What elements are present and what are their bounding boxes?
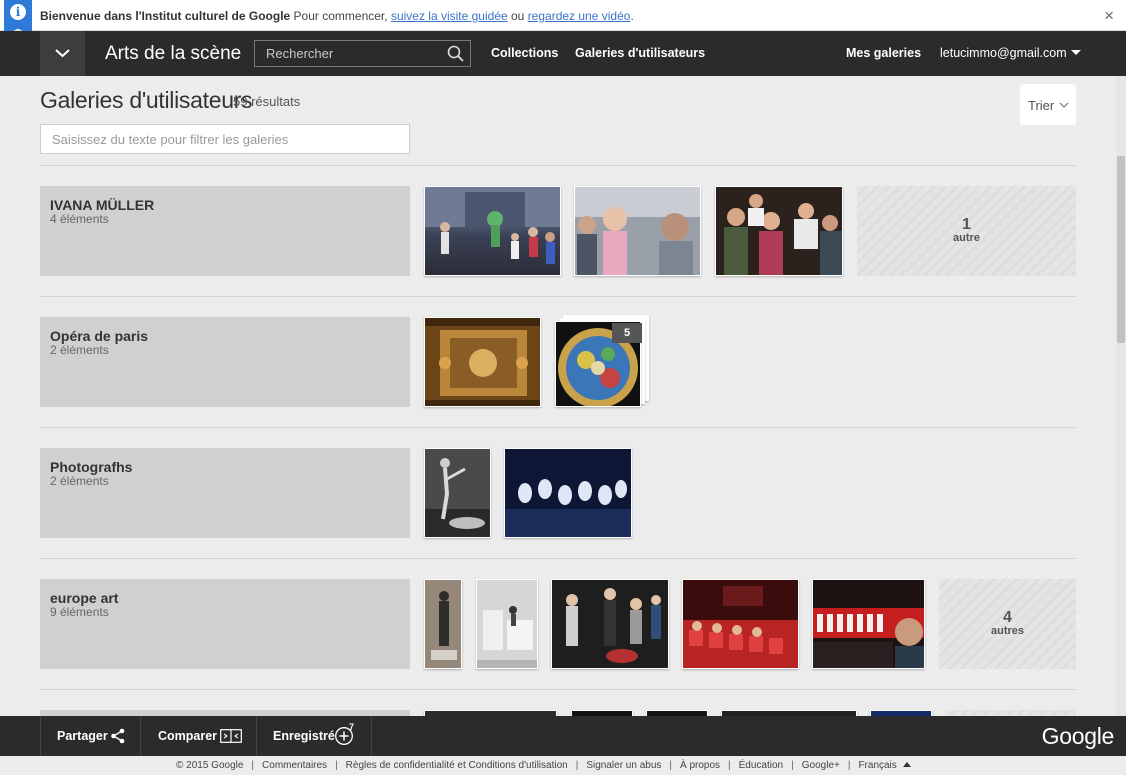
gallery-thumbnail[interactable] xyxy=(424,186,561,276)
footer-googleplus-link[interactable]: Google+ xyxy=(802,760,840,771)
sort-button[interactable]: Trier xyxy=(1020,84,1076,125)
close-icon[interactable]: × xyxy=(1104,7,1114,24)
banner-middle-text: ou xyxy=(507,9,528,23)
gallery-name: Opéra de paris xyxy=(50,328,149,344)
banner-message: Bienvenue dans l'Institut culturel de Go… xyxy=(40,9,634,23)
sort-label: Trier xyxy=(1028,98,1055,113)
banner-text: Pour commencer, xyxy=(290,9,391,23)
banner-end-text: . xyxy=(630,9,634,23)
caret-down-icon xyxy=(1070,50,1081,55)
footer-feedback-link[interactable]: Commentaires xyxy=(262,760,327,771)
bottom-toolbar: Partager Comparer Enregistré 7 Google xyxy=(0,716,1126,756)
footer-report-abuse-link[interactable]: Signaler un abus xyxy=(586,760,661,771)
gallery-card[interactable]: Opéra de paris 2 éléments xyxy=(40,317,410,407)
gallery-thumbnail[interactable] xyxy=(424,579,462,669)
gallery-thumbnail[interactable] xyxy=(424,448,491,538)
nav-collections-link[interactable]: Collections xyxy=(491,46,558,60)
gallery-thumbnail[interactable] xyxy=(476,579,538,669)
caret-up-icon xyxy=(902,762,911,767)
saved-button[interactable]: Enregistré 7 xyxy=(257,716,372,756)
language-label: Français xyxy=(858,760,897,771)
menu-toggle-button[interactable] xyxy=(40,31,85,76)
guided-tour-link[interactable]: suivez la visite guidée xyxy=(391,9,508,23)
stacked-thumbnail[interactable]: 5 xyxy=(555,315,651,407)
gallery-name: europe art xyxy=(50,590,119,606)
gallery-item-count: 9 éléments xyxy=(50,605,109,619)
gallery-item-count: 4 éléments xyxy=(50,212,109,226)
saved-count: 7 xyxy=(349,722,355,732)
footer-education-link[interactable]: Éducation xyxy=(739,760,783,771)
divider xyxy=(40,689,1076,690)
share-icon xyxy=(111,728,125,744)
nav-my-galleries-link[interactable]: Mes galeries xyxy=(846,46,921,60)
search-icon[interactable] xyxy=(447,45,464,62)
gallery-card[interactable]: IVANA MÜLLER 4 éléments xyxy=(40,186,410,276)
saved-label: Enregistré xyxy=(273,729,335,743)
gallery-item-count: 2 éléments xyxy=(50,343,109,357)
page-title: Galeries d'utilisateurs xyxy=(40,87,253,113)
compare-icon xyxy=(220,729,242,743)
compare-button[interactable]: Comparer xyxy=(141,716,257,756)
result-count: 59 résultats xyxy=(233,94,301,109)
welcome-banner: i Bienvenue dans l'Institut culturel de … xyxy=(0,0,1126,35)
footer-copyright: © 2015 Google xyxy=(176,760,244,771)
chevron-down-icon xyxy=(1059,102,1069,108)
top-nav: Arts de la scène Collections Galeries d'… xyxy=(0,31,1126,76)
divider xyxy=(40,165,1076,166)
banner-bold-text: Bienvenue dans l'Institut culturel de Go… xyxy=(40,9,291,23)
share-label: Partager xyxy=(57,729,108,743)
gallery-name: IVANA MÜLLER xyxy=(50,197,155,213)
gallery-thumbnail[interactable] xyxy=(682,579,799,669)
more-label: autre xyxy=(953,232,980,244)
user-email: letucimmo@gmail.com xyxy=(940,46,1067,60)
gallery-item-count: 2 éléments xyxy=(50,474,109,488)
main-content: Galeries d'utilisateurs 59 résultats Tri… xyxy=(0,76,1126,716)
gallery-thumbnail[interactable] xyxy=(551,579,669,669)
app-title[interactable]: Arts de la scène xyxy=(105,43,241,65)
google-logo: Google xyxy=(1041,723,1115,749)
gallery-thumbnail[interactable] xyxy=(812,579,925,669)
more-label: autres xyxy=(990,625,1025,637)
footer-about-link[interactable]: À propos xyxy=(680,760,720,771)
language-selector[interactable]: Français xyxy=(858,760,911,771)
share-button[interactable]: Partager xyxy=(40,716,141,756)
gallery-thumbnail[interactable] xyxy=(715,186,843,276)
chevron-down-icon xyxy=(55,49,70,58)
divider xyxy=(40,558,1076,559)
gallery-card[interactable]: europe art 9 éléments xyxy=(40,579,410,669)
search-input[interactable] xyxy=(255,41,440,66)
gallery-thumbnail[interactable] xyxy=(574,186,701,276)
gallery-thumbnail[interactable] xyxy=(424,317,541,407)
watch-video-link[interactable]: regardez une vidéo xyxy=(528,9,631,23)
vertical-scrollbar[interactable] xyxy=(1116,76,1126,716)
footer-privacy-link[interactable]: Règles de confidentialité et Conditions … xyxy=(346,760,568,771)
nav-user-galleries-link[interactable]: Galeries d'utilisateurs xyxy=(575,46,705,60)
gallery-card[interactable]: Photografhs 2 éléments xyxy=(40,448,410,538)
search-box xyxy=(254,40,471,67)
compare-label: Comparer xyxy=(158,729,218,743)
divider xyxy=(40,427,1076,428)
gallery-thumbnail[interactable] xyxy=(504,448,632,538)
more-items-tile[interactable]: 1 autre xyxy=(857,186,1076,276)
image-count-badge: 5 xyxy=(612,323,642,343)
gallery-filter-input[interactable] xyxy=(40,124,410,154)
footer: © 2015 Google | Commentaires | Règles de con… xyxy=(0,756,1126,775)
more-items-tile[interactable]: 4 autres xyxy=(939,579,1076,669)
divider xyxy=(40,296,1076,297)
scrollbar-thumb[interactable] xyxy=(1117,156,1125,343)
info-icon: i xyxy=(4,0,32,35)
gallery-name: Photografhs xyxy=(50,459,133,475)
user-account-menu[interactable]: letucimmo@gmail.com xyxy=(940,46,1081,60)
